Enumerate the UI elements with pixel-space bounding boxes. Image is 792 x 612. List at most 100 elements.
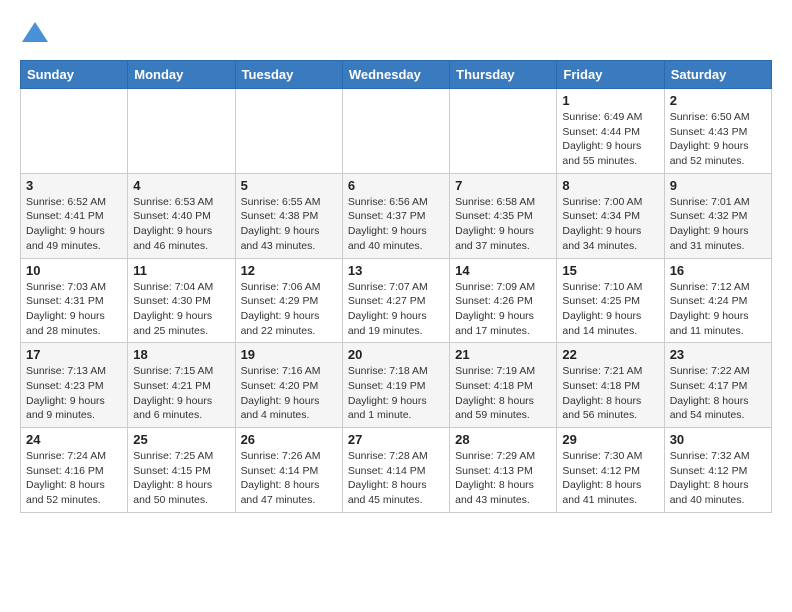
calendar-cell: 11 Sunrise: 7:04 AM Sunset: 4:30 PM Dayli… <box>128 258 235 343</box>
calendar-cell <box>128 89 235 174</box>
calendar-cell: 14Sunrise: 7:09 AM Sunset: 4:26 PM Dayli… <box>450 258 557 343</box>
calendar-cell: 27 Sunrise: 7:28 AM Sunset: 4:14 PM Dayli… <box>342 428 449 513</box>
calendar-cell: 12 Sunrise: 7:06 AM Sunset: 4:29 PM Dayli… <box>235 258 342 343</box>
day-info: Sunrise: 7:13 AM Sunset: 4:23 PM Dayligh… <box>26 364 122 423</box>
weekday-header-tuesday: Tuesday <box>235 61 342 89</box>
day-info: Sunrise: 7:29 AM Sunset: 4:13 PM Dayligh… <box>455 449 551 508</box>
calendar-cell: 17 Sunrise: 7:13 AM Sunset: 4:23 PM Dayli… <box>21 343 128 428</box>
day-number: 20 <box>348 347 444 362</box>
calendar-cell: 21 Sunrise: 7:19 AM Sunset: 4:18 PM Dayli… <box>450 343 557 428</box>
day-number: 27 <box>348 432 444 447</box>
day-info: Sunrise: 6:50 AM Sunset: 4:43 PM Dayligh… <box>670 110 766 169</box>
day-info: Sunrise: 7:30 AM Sunset: 4:12 PM Dayligh… <box>562 449 658 508</box>
day-info: Sunrise: 7:26 AM Sunset: 4:14 PM Dayligh… <box>241 449 337 508</box>
calendar-cell: 18Sunrise: 7:15 AM Sunset: 4:21 PM Dayli… <box>128 343 235 428</box>
calendar-cell: 4 Sunrise: 6:53 AM Sunset: 4:40 PM Daylig… <box>128 173 235 258</box>
day-info: Sunrise: 7:06 AM Sunset: 4:29 PM Dayligh… <box>241 280 337 339</box>
calendar-cell: 3 Sunrise: 6:52 AM Sunset: 4:41 PM Daylig… <box>21 173 128 258</box>
day-number: 5 <box>241 178 337 193</box>
day-info: Sunrise: 7:19 AM Sunset: 4:18 PM Dayligh… <box>455 364 551 423</box>
weekday-header-friday: Friday <box>557 61 664 89</box>
day-number: 1 <box>562 93 658 108</box>
day-number: 17 <box>26 347 122 362</box>
calendar-cell: 30 Sunrise: 7:32 AM Sunset: 4:12 PM Dayli… <box>664 428 771 513</box>
weekday-header-sunday: Sunday <box>21 61 128 89</box>
calendar-week-5: 24 Sunrise: 7:24 AM Sunset: 4:16 PM Dayli… <box>21 428 772 513</box>
calendar-week-1: 1 Sunrise: 6:49 AM Sunset: 4:44 PM Daylig… <box>21 89 772 174</box>
day-number: 29 <box>562 432 658 447</box>
day-info: Sunrise: 7:10 AM Sunset: 4:25 PM Dayligh… <box>562 280 658 339</box>
day-info: Sunrise: 6:53 AM Sunset: 4:40 PM Dayligh… <box>133 195 229 254</box>
day-number: 11 <box>133 263 229 278</box>
day-info: Sunrise: 7:22 AM Sunset: 4:17 PM Dayligh… <box>670 364 766 423</box>
day-number: 6 <box>348 178 444 193</box>
header <box>20 20 772 50</box>
day-number: 14 <box>455 263 551 278</box>
calendar-cell: 2 Sunrise: 6:50 AM Sunset: 4:43 PM Daylig… <box>664 89 771 174</box>
day-number: 21 <box>455 347 551 362</box>
day-info: Sunrise: 7:12 AM Sunset: 4:24 PM Dayligh… <box>670 280 766 339</box>
day-number: 15 <box>562 263 658 278</box>
day-number: 3 <box>26 178 122 193</box>
day-number: 28 <box>455 432 551 447</box>
logo <box>20 20 54 50</box>
day-info: Sunrise: 6:58 AM Sunset: 4:35 PM Dayligh… <box>455 195 551 254</box>
calendar-cell: 26 Sunrise: 7:26 AM Sunset: 4:14 PM Dayli… <box>235 428 342 513</box>
day-number: 9 <box>670 178 766 193</box>
calendar-week-4: 17 Sunrise: 7:13 AM Sunset: 4:23 PM Dayli… <box>21 343 772 428</box>
day-number: 24 <box>26 432 122 447</box>
calendar-cell: 10Sunrise: 7:03 AM Sunset: 4:31 PM Dayli… <box>21 258 128 343</box>
calendar-cell: 22Sunrise: 7:21 AM Sunset: 4:18 PM Dayli… <box>557 343 664 428</box>
calendar-cell <box>21 89 128 174</box>
day-info: Sunrise: 7:25 AM Sunset: 4:15 PM Dayligh… <box>133 449 229 508</box>
day-number: 19 <box>241 347 337 362</box>
calendar-cell: 9 Sunrise: 7:01 AM Sunset: 4:32 PM Daylig… <box>664 173 771 258</box>
weekday-header-row: SundayMondayTuesdayWednesdayThursdayFrid… <box>21 61 772 89</box>
day-info: Sunrise: 7:00 AM Sunset: 4:34 PM Dayligh… <box>562 195 658 254</box>
calendar-cell: 7 Sunrise: 6:58 AM Sunset: 4:35 PM Daylig… <box>450 173 557 258</box>
day-info: Sunrise: 6:56 AM Sunset: 4:37 PM Dayligh… <box>348 195 444 254</box>
weekday-header-thursday: Thursday <box>450 61 557 89</box>
calendar-cell: 23 Sunrise: 7:22 AM Sunset: 4:17 PM Dayli… <box>664 343 771 428</box>
day-number: 13 <box>348 263 444 278</box>
calendar-cell: 6 Sunrise: 6:56 AM Sunset: 4:37 PM Daylig… <box>342 173 449 258</box>
day-info: Sunrise: 7:16 AM Sunset: 4:20 PM Dayligh… <box>241 364 337 423</box>
day-number: 25 <box>133 432 229 447</box>
day-number: 12 <box>241 263 337 278</box>
calendar-cell: 16 Sunrise: 7:12 AM Sunset: 4:24 PM Dayli… <box>664 258 771 343</box>
calendar-cell: 15 Sunrise: 7:10 AM Sunset: 4:25 PM Dayli… <box>557 258 664 343</box>
day-number: 7 <box>455 178 551 193</box>
calendar-week-3: 10Sunrise: 7:03 AM Sunset: 4:31 PM Dayli… <box>21 258 772 343</box>
calendar-cell: 28 Sunrise: 7:29 AM Sunset: 4:13 PM Dayli… <box>450 428 557 513</box>
day-info: Sunrise: 7:01 AM Sunset: 4:32 PM Dayligh… <box>670 195 766 254</box>
day-number: 2 <box>670 93 766 108</box>
calendar-cell <box>450 89 557 174</box>
day-info: Sunrise: 6:49 AM Sunset: 4:44 PM Dayligh… <box>562 110 658 169</box>
day-number: 26 <box>241 432 337 447</box>
day-number: 23 <box>670 347 766 362</box>
calendar-cell: 5 Sunrise: 6:55 AM Sunset: 4:38 PM Daylig… <box>235 173 342 258</box>
day-info: Sunrise: 7:24 AM Sunset: 4:16 PM Dayligh… <box>26 449 122 508</box>
logo-icon <box>20 20 50 50</box>
day-info: Sunrise: 6:55 AM Sunset: 4:38 PM Dayligh… <box>241 195 337 254</box>
calendar-cell: 25 Sunrise: 7:25 AM Sunset: 4:15 PM Dayli… <box>128 428 235 513</box>
calendar-cell: 13Sunrise: 7:07 AM Sunset: 4:27 PM Dayli… <box>342 258 449 343</box>
day-info: Sunrise: 7:21 AM Sunset: 4:18 PM Dayligh… <box>562 364 658 423</box>
day-info: Sunrise: 6:52 AM Sunset: 4:41 PM Dayligh… <box>26 195 122 254</box>
day-number: 4 <box>133 178 229 193</box>
calendar-cell <box>235 89 342 174</box>
calendar-cell: 1 Sunrise: 6:49 AM Sunset: 4:44 PM Daylig… <box>557 89 664 174</box>
day-number: 8 <box>562 178 658 193</box>
weekday-header-saturday: Saturday <box>664 61 771 89</box>
day-info: Sunrise: 7:32 AM Sunset: 4:12 PM Dayligh… <box>670 449 766 508</box>
weekday-header-wednesday: Wednesday <box>342 61 449 89</box>
calendar-cell: 24 Sunrise: 7:24 AM Sunset: 4:16 PM Dayli… <box>21 428 128 513</box>
day-number: 16 <box>670 263 766 278</box>
day-info: Sunrise: 7:28 AM Sunset: 4:14 PM Dayligh… <box>348 449 444 508</box>
day-info: Sunrise: 7:18 AM Sunset: 4:19 PM Dayligh… <box>348 364 444 423</box>
day-number: 30 <box>670 432 766 447</box>
day-number: 18 <box>133 347 229 362</box>
weekday-header-monday: Monday <box>128 61 235 89</box>
day-info: Sunrise: 7:04 AM Sunset: 4:30 PM Dayligh… <box>133 280 229 339</box>
calendar-cell: 8 Sunrise: 7:00 AM Sunset: 4:34 PM Daylig… <box>557 173 664 258</box>
